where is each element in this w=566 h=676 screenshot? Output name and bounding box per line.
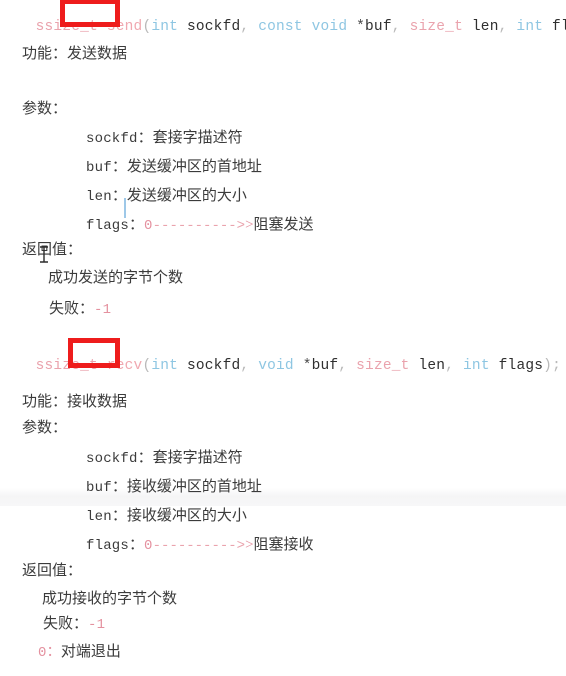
recv-close-paren: ): [543, 357, 553, 374]
send-return-success-text: 成功发送的字节个数: [48, 270, 184, 286]
send-params-label-text: 参数：: [22, 101, 68, 117]
recv-semicolon: ;: [552, 357, 561, 374]
send-return-failure-value: -1: [94, 302, 112, 318]
recv-function-name: recv: [106, 357, 143, 374]
recv-param-2-name: len: [418, 357, 446, 374]
recv-param-1-type: void: [258, 357, 294, 374]
recv-params-label-text: 参数：: [22, 420, 68, 436]
recv-comma-0: ,: [240, 357, 250, 374]
recv-return-zero-label: 0：: [38, 645, 61, 661]
recv-param-3-name: flags: [498, 357, 544, 374]
send-return-failure-label: 失败：: [49, 301, 95, 317]
recv-param-0-type: int: [151, 357, 179, 374]
document-page: ssize_t send(int sockfd, const void *buf…: [0, 0, 566, 660]
send-function-label-text: 功能：发送数据: [22, 46, 128, 62]
recv-return-zero: 0：对端退出: [22, 628, 566, 676]
recv-return-zero-desc: 对端退出: [60, 644, 121, 660]
recv-param-0-name: sockfd: [186, 357, 241, 374]
recv-comma-1: ,: [338, 357, 348, 374]
text-caret-flags-send: [124, 198, 126, 218]
send-return-failure: 失败：-1: [33, 285, 566, 333]
recv-param-2-type: size_t: [356, 357, 410, 374]
send-function-label: 功能：发送数据: [7, 32, 566, 77]
recv-return-type: ssize_t: [35, 357, 98, 374]
text-cursor-ibeam: [40, 246, 48, 263]
recv-open-paren: (: [142, 357, 152, 374]
recv-param-1-name: buf: [311, 357, 339, 374]
recv-param-3-type: int: [463, 357, 490, 374]
recv-param-1-star: *: [302, 357, 312, 374]
recv-comma-2: ,: [445, 357, 455, 374]
